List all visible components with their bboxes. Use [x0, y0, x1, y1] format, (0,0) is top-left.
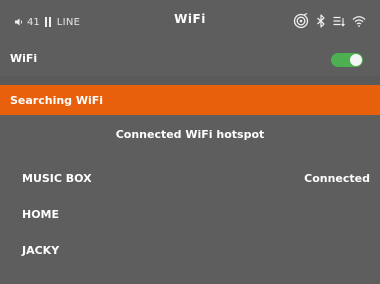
bluetooth-icon[interactable]	[316, 14, 326, 28]
network-list: MUSIC BOX Connected HOME JACKY	[0, 164, 380, 272]
network-name: JACKY	[22, 244, 60, 257]
network-row-home[interactable]: HOME	[0, 200, 380, 236]
wifi-label: WiFi	[10, 52, 38, 65]
network-name: HOME	[22, 208, 60, 221]
searching-wifi-label: Searching WiFi	[10, 94, 104, 107]
target-icon	[293, 13, 309, 29]
connected-hotspot-heading: Connected WiFi hotspot	[115, 128, 265, 141]
section-divider	[0, 76, 380, 85]
wifi-toggle[interactable]	[331, 53, 363, 67]
network-name: MUSIC BOX	[22, 172, 92, 185]
status-right-icons	[293, 12, 366, 30]
wifi-settings-screen: 41 LINE WiFi WiFi Searching WiFi Connect…	[0, 0, 380, 284]
wifi-toggle-row: WiFi	[0, 44, 380, 76]
searching-wifi-bar[interactable]: Searching WiFi	[0, 85, 380, 115]
menu-sort-icon[interactable]	[333, 15, 345, 27]
network-status: Connected	[304, 172, 370, 185]
network-row-music-box[interactable]: MUSIC BOX Connected	[0, 164, 380, 200]
toggle-knob	[350, 54, 362, 66]
network-row-jacky[interactable]: JACKY	[0, 236, 380, 272]
wifi-icon[interactable]	[352, 15, 366, 27]
status-bar: 41 LINE WiFi	[0, 0, 380, 44]
